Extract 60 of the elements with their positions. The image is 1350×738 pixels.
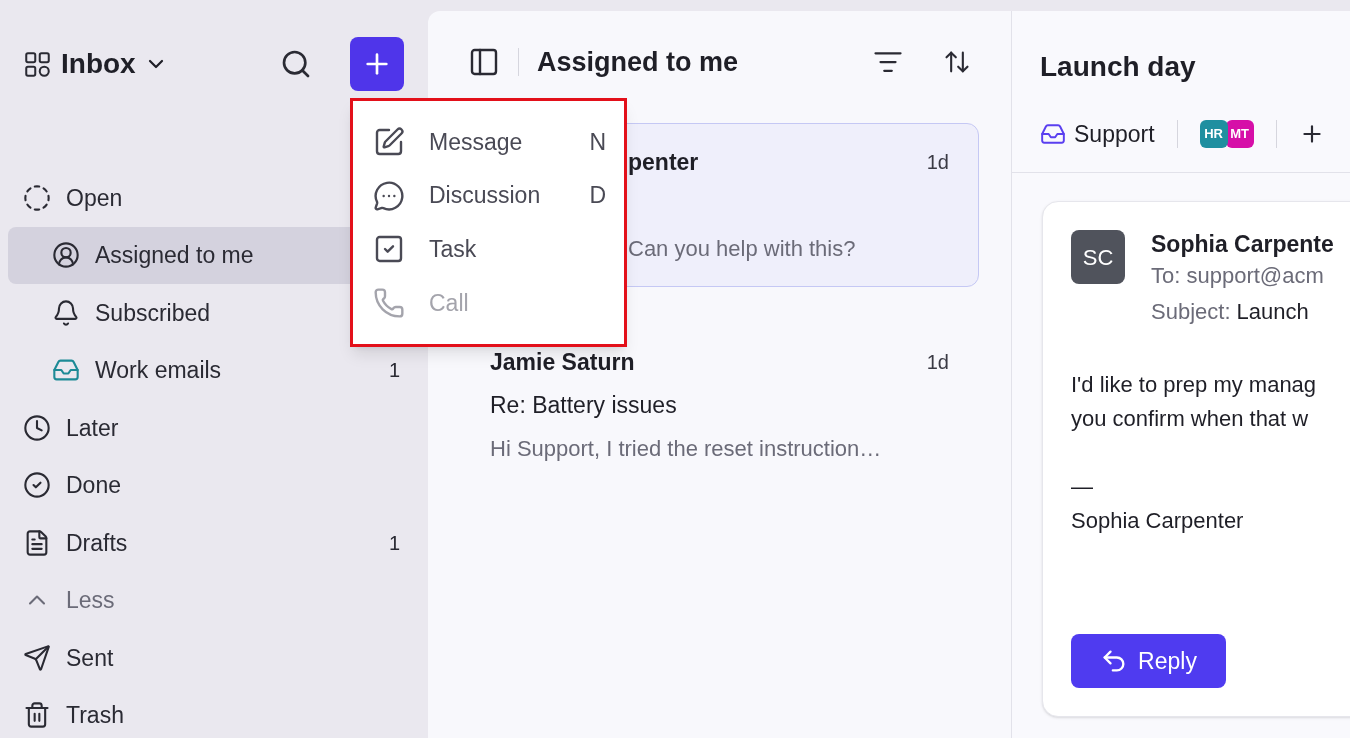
new-button[interactable] <box>350 37 404 91</box>
paper-plane-icon <box>23 643 51 672</box>
sender-avatar: SC <box>1071 230 1125 284</box>
subject-text: Launch <box>1236 298 1309 326</box>
sender-name: penter <box>628 147 699 177</box>
body-line: I'd like to prep my manag <box>1071 371 1318 399</box>
item-label: Done <box>66 471 121 500</box>
message-time: 1d <box>926 350 949 375</box>
signature-line: Sophia Carpenter <box>1071 507 1245 535</box>
reply-button[interactable]: Reply <box>1071 634 1226 688</box>
inbox-dropdown[interactable]: Inbox <box>61 43 168 85</box>
message-time: 1d <box>926 150 949 175</box>
pencil-square-icon <box>373 125 405 158</box>
message-subject: Re: Battery issues <box>490 391 677 421</box>
dashed-circle-icon <box>23 183 51 212</box>
user-circle-icon <box>52 241 80 270</box>
trash-icon <box>23 701 51 730</box>
subject-label: Subject: <box>1151 298 1231 326</box>
signature-line: — <box>1071 473 1094 501</box>
item-label: Drafts <box>66 528 128 558</box>
item-label: Assigned to me <box>95 241 254 270</box>
item-count: 1 <box>388 530 400 556</box>
sidebar-item[interactable]: Trash <box>8 686 420 738</box>
shortcut-key: N <box>589 124 606 160</box>
apps-grid-icon[interactable] <box>24 50 51 78</box>
sidebar-item[interactable]: Sent <box>8 629 420 687</box>
sidebar-item[interactable]: Later <box>8 399 420 457</box>
item-label: Less <box>66 586 115 615</box>
sidebar-item[interactable]: Less <box>8 571 420 629</box>
item-label: Open <box>66 183 123 213</box>
sidebar-toggle-icon[interactable] <box>468 46 500 78</box>
clock-icon <box>23 413 51 442</box>
sender-name: Sophia Carpente <box>1151 230 1334 258</box>
assignee-avatar[interactable]: HR <box>1199 120 1228 148</box>
recipient-line: To: support@acm <box>1151 262 1325 290</box>
conversation-title: Launch day <box>1040 50 1197 84</box>
message-preview: Hi Support, I tried the reset instruction… <box>490 435 882 463</box>
bell-icon <box>52 298 80 327</box>
item-label: Subscribed <box>95 298 211 328</box>
item-count: 1 <box>388 358 400 384</box>
chat-bubble-icon <box>373 179 405 212</box>
menu-item-label: Call <box>429 288 469 318</box>
phone-icon <box>373 287 405 320</box>
message-preview: Can you help with this? <box>628 235 856 263</box>
search-icon[interactable] <box>280 48 312 80</box>
sender-name: Jamie Saturn <box>490 347 635 377</box>
sidebar-item[interactable]: Drafts 1 <box>8 514 420 572</box>
check-circle-icon <box>23 471 51 500</box>
item-label: Sent <box>66 643 114 673</box>
inbox-label[interactable]: Support <box>1074 116 1155 152</box>
item-label: Work emails <box>95 356 222 385</box>
sidebar-item[interactable]: Done <box>8 456 420 514</box>
item-label: Trash <box>66 701 124 730</box>
item-label: Later <box>66 413 119 443</box>
sidebar-item[interactable]: Work emails 1 <box>8 341 420 399</box>
body-line: you confirm when that w <box>1071 405 1310 433</box>
shortcut-key: D <box>589 178 606 213</box>
list-title: Assigned to me <box>537 45 739 79</box>
inbox-tray-icon <box>1040 121 1066 147</box>
assignee-avatar[interactable]: MT <box>1225 120 1254 148</box>
